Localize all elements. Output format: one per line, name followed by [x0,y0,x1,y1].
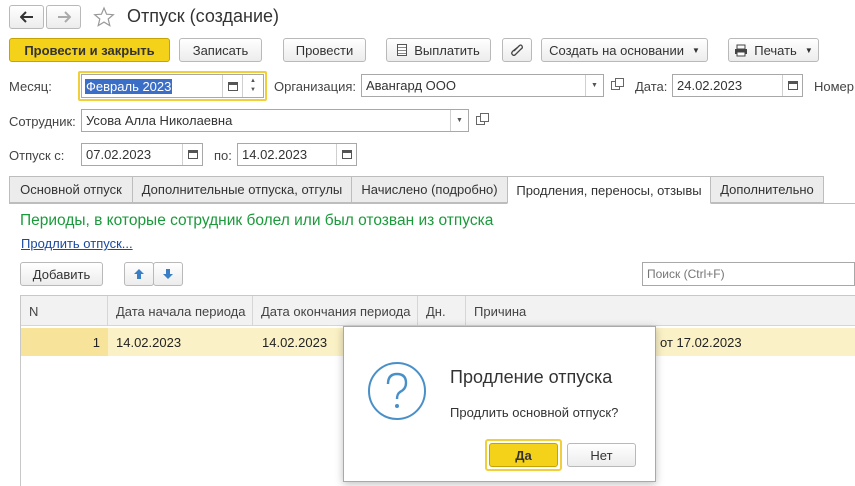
dialog-title: Продление отпуска [450,367,613,387]
panel-heading: Периоды, в которые сотрудник болел или б… [20,212,494,229]
arrow-down-icon [163,269,173,279]
month-spinner[interactable]: ▲ ▼ [242,75,263,97]
forward-button[interactable] [46,5,81,29]
tab-strip-line [9,203,855,204]
organization-dropdown-button[interactable]: ▼ [585,75,603,96]
cell-start-date[interactable]: 14.02.2023 [116,328,181,356]
create-based-on-label: Создать на основании [549,42,684,58]
employee-open-button[interactable] [471,109,489,132]
month-field[interactable]: Февраль 2023 ▲ ▼ [81,74,264,98]
open-form-icon [475,113,489,125]
column-header-days[interactable]: Дн. [418,296,466,326]
cell-end-date[interactable]: 14.02.2023 [262,328,327,356]
calendar-icon [787,81,798,90]
cell-reason[interactable]: от 17.02.2023 [660,328,742,356]
employee-label: Сотрудник: [9,114,76,129]
add-button[interactable]: Добавить [20,262,103,286]
column-header-n[interactable]: N [21,296,108,326]
vacation-to-value: 14.02.2023 [242,147,308,162]
employee-value: Усова Алла Николаевна [86,113,233,128]
post-and-close-button[interactable]: Провести и закрыть [9,38,170,62]
organization-value: Авангард ООО [366,78,456,93]
organization-field[interactable]: Авангард ООО ▼ [361,74,604,97]
vacation-from-calendar-button[interactable] [182,144,202,165]
vacation-from-field[interactable]: 07.02.2023 [81,143,203,166]
column-header-end[interactable]: Дата окончания периода [253,296,418,326]
move-down-button[interactable] [153,262,183,286]
dialog-no-button[interactable]: Нет [567,443,636,467]
month-label: Месяц: [9,79,52,94]
extend-vacation-link[interactable]: Продлить отпуск... [21,236,133,251]
calendar-icon [187,150,198,159]
calendar-icon [227,81,238,91]
back-button[interactable] [9,5,44,29]
date-field[interactable]: 24.02.2023 [672,74,803,97]
calendar-icon [341,150,352,159]
arrow-right-icon [57,11,71,23]
chevron-down-icon: ▼ [456,117,463,124]
employee-field[interactable]: Усова Алла Николаевна ▼ [81,109,469,132]
post-button[interactable]: Провести [283,38,366,62]
dialog-message: Продлить основной отпуск? [450,405,619,420]
arrow-up-icon [134,269,144,279]
organization-open-button[interactable] [606,74,624,97]
tab-main-vacation[interactable]: Основной отпуск [9,176,133,203]
tab-additional-vacations[interactable]: Дополнительные отпуска, отгулы [132,176,352,203]
vacation-to-field[interactable]: 14.02.2023 [237,143,357,166]
open-form-icon [610,78,624,90]
organization-label: Организация: [274,79,357,94]
paperclip-icon [511,44,523,56]
window-title: Отпуск (создание) [127,6,280,26]
extend-vacation-dialog: Продление отпуска Продлить основной отпу… [343,326,656,482]
date-value: 24.02.2023 [677,78,743,93]
pay-button-label: Выплатить [414,42,480,58]
spin-up-icon[interactable]: ▲ [250,77,256,86]
vacation-from-label: Отпуск с: [9,148,65,163]
date-calendar-button[interactable] [782,75,802,96]
column-header-reason[interactable]: Причина [466,296,855,326]
tab-accrued-detailed[interactable]: Начислено (подробно) [351,176,508,203]
number-label: Номер: [814,79,855,94]
column-header-start[interactable]: Дата начала периода [108,296,253,326]
create-based-on-button[interactable]: Создать на основании ▼ [541,38,708,62]
save-button[interactable]: Записать [179,38,262,62]
printer-icon [735,44,748,56]
employee-dropdown-button[interactable]: ▼ [450,110,468,131]
pay-button[interactable]: Выплатить [386,38,491,62]
spin-down-icon[interactable]: ▼ [250,86,256,95]
chevron-down-icon: ▼ [691,45,700,55]
arrow-left-icon [19,11,33,23]
month-value: Февраль 2023 [85,78,173,94]
vacation-from-value: 07.02.2023 [86,147,152,162]
move-up-button[interactable] [124,262,154,286]
vacation-to-label: по: [214,148,232,163]
star-favorite-icon[interactable] [93,6,115,28]
chevron-down-icon: ▼ [591,82,598,89]
cell-n[interactable]: 1 [21,328,100,356]
attach-button[interactable] [502,38,532,62]
search-input[interactable] [642,262,855,286]
question-icon [368,362,426,420]
dialog-yes-button[interactable]: Да [489,443,558,467]
document-icon [397,44,408,56]
date-label: Дата: [635,79,668,94]
tab-additional[interactable]: Дополнительно [710,176,824,203]
tab-extensions-transfers[interactable]: Продления, переносы, отзывы [507,176,711,204]
vacation-to-calendar-button[interactable] [336,144,356,165]
chevron-down-icon: ▼ [804,45,813,55]
calendar-button[interactable] [222,75,242,97]
print-button[interactable]: Печать ▼ [728,38,819,62]
print-button-label: Печать [754,42,797,58]
